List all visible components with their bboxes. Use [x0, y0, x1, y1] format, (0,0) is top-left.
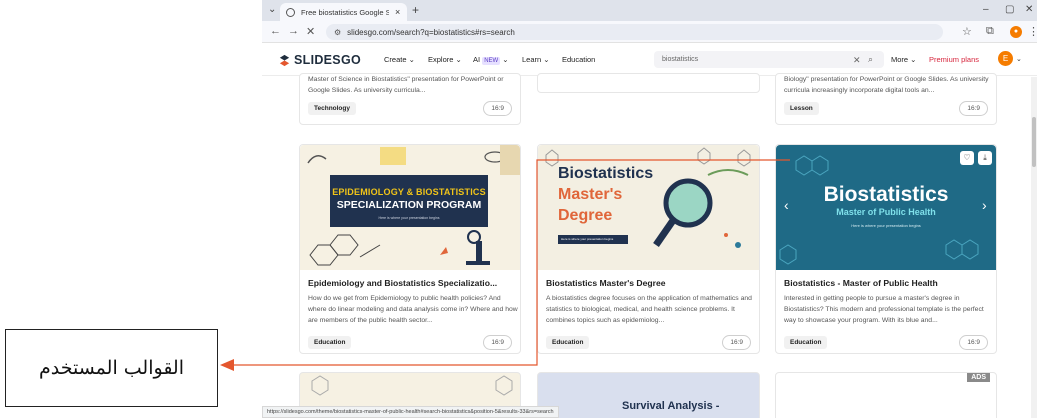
- annotation-label-box: القوالب المستخدم: [5, 329, 218, 407]
- annotation-label: القوالب المستخدم: [39, 357, 184, 379]
